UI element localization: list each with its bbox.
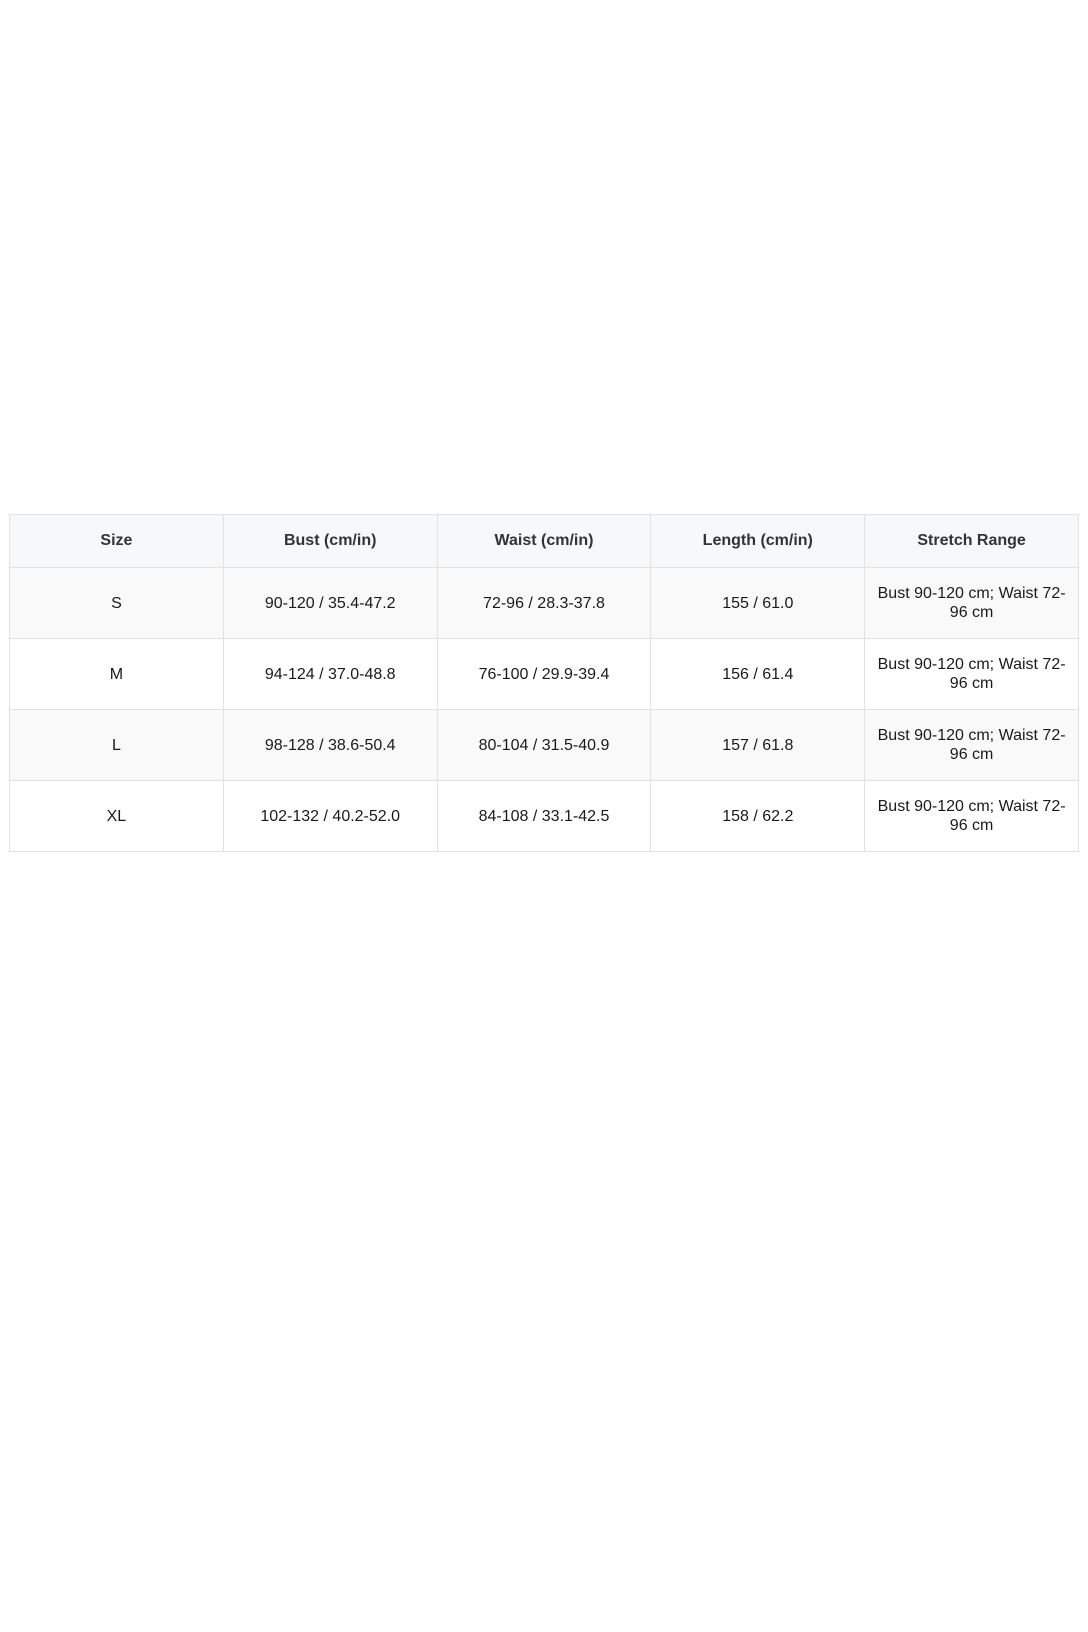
cell-stretch-range: Bust 90-120 cm; Waist 72-96 cm <box>864 638 1079 710</box>
header-bust: Bust (cm/in) <box>222 514 438 568</box>
cell-waist: 80-104 / 31.5-40.9 <box>436 709 652 781</box>
cell-length: 156 / 61.4 <box>650 638 866 710</box>
table-body: S 90-120 / 35.4-47.2 72-96 / 28.3-37.8 1… <box>9 567 1079 852</box>
cell-size: M <box>9 638 224 710</box>
table-row: S 90-120 / 35.4-47.2 72-96 / 28.3-37.8 1… <box>9 567 1079 639</box>
table-row: L 98-128 / 38.6-50.4 80-104 / 31.5-40.9 … <box>9 709 1079 781</box>
header-row: Size Bust (cm/in) Waist (cm/in) Length (… <box>9 514 1079 568</box>
header-stretch-range: Stretch Range <box>864 514 1079 568</box>
cell-bust: 98-128 / 38.6-50.4 <box>222 709 438 781</box>
table-row: XL 102-132 / 40.2-52.0 84-108 / 33.1-42.… <box>9 780 1079 852</box>
size-chart-table: Size Bust (cm/in) Waist (cm/in) Length (… <box>9 514 1079 852</box>
cell-size: L <box>9 709 224 781</box>
cell-waist: 84-108 / 33.1-42.5 <box>436 780 652 852</box>
cell-length: 155 / 61.0 <box>650 567 866 639</box>
header-waist: Waist (cm/in) <box>436 514 652 568</box>
cell-bust: 90-120 / 35.4-47.2 <box>222 567 438 639</box>
cell-length: 158 / 62.2 <box>650 780 866 852</box>
table-row: M 94-124 / 37.0-48.8 76-100 / 29.9-39.4 … <box>9 638 1079 710</box>
table-header: Size Bust (cm/in) Waist (cm/in) Length (… <box>9 514 1079 568</box>
cell-stretch-range: Bust 90-120 cm; Waist 72-96 cm <box>864 567 1079 639</box>
cell-stretch-range: Bust 90-120 cm; Waist 72-96 cm <box>864 780 1079 852</box>
cell-bust: 102-132 / 40.2-52.0 <box>222 780 438 852</box>
cell-bust: 94-124 / 37.0-48.8 <box>222 638 438 710</box>
cell-waist: 72-96 / 28.3-37.8 <box>436 567 652 639</box>
cell-size: XL <box>9 780 224 852</box>
header-size: Size <box>9 514 224 568</box>
cell-waist: 76-100 / 29.9-39.4 <box>436 638 652 710</box>
header-length: Length (cm/in) <box>650 514 866 568</box>
cell-length: 157 / 61.8 <box>650 709 866 781</box>
cell-stretch-range: Bust 90-120 cm; Waist 72-96 cm <box>864 709 1079 781</box>
cell-size: S <box>9 567 224 639</box>
